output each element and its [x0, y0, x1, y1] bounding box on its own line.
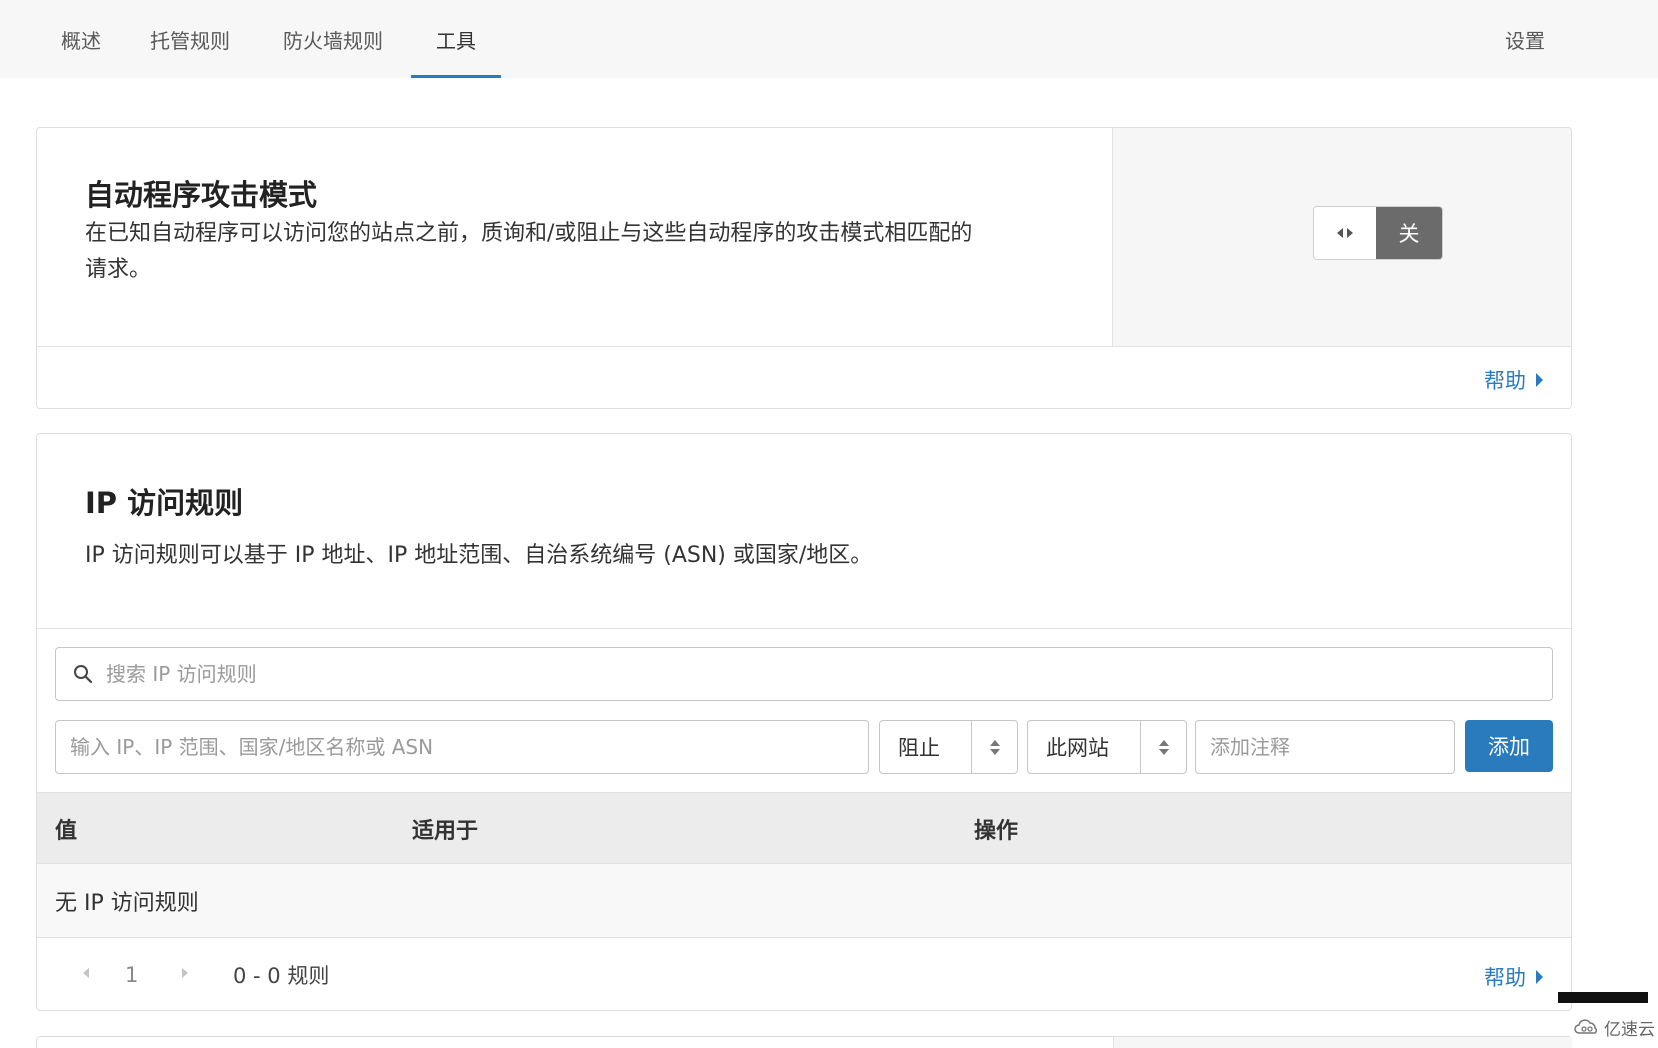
- ip-help-label: 帮助: [1484, 966, 1526, 990]
- chevron-right-icon[interactable]: [182, 968, 188, 978]
- bot-help-link[interactable]: 帮助: [1484, 365, 1543, 395]
- watermark-bar: [1558, 992, 1648, 1003]
- bot-card-footer: 帮助: [37, 346, 1571, 408]
- tab-firewall-rules[interactable]: 防火墙规则: [272, 0, 394, 78]
- next-card: [36, 1036, 1572, 1048]
- toggle-handle-icon: [1314, 207, 1376, 259]
- pagination: 1 0 - 0 规则 帮助: [37, 938, 1571, 1010]
- watermark-logo: 亿速云: [1574, 1014, 1655, 1040]
- caret-right-icon: [1536, 373, 1543, 387]
- divider: [37, 628, 1571, 629]
- bot-fight-mode-toggle[interactable]: 关: [1313, 206, 1443, 260]
- watermark-text: 亿速云: [1604, 1019, 1655, 1040]
- bot-card-title: 自动程序攻击模式: [85, 178, 318, 212]
- settings-link[interactable]: 设置: [1490, 0, 1560, 78]
- search-input[interactable]: [106, 654, 1506, 694]
- toggle-state-label: 关: [1376, 207, 1442, 259]
- note-input[interactable]: [1210, 727, 1440, 767]
- ip-card-title: IP 访问规则: [85, 486, 244, 520]
- ip-value-field[interactable]: [55, 720, 869, 774]
- page-number[interactable]: 1: [125, 938, 138, 1010]
- caret-right-icon: [1536, 970, 1543, 984]
- bot-card-description: 在已知自动程序可以访问您的站点之前，质询和/或阻止与这些自动程序的攻击模式相匹配…: [85, 216, 1095, 288]
- column-header-value: 值: [55, 819, 78, 844]
- ip-rules-search[interactable]: [55, 647, 1553, 701]
- ip-help-link[interactable]: 帮助: [1484, 962, 1543, 992]
- top-nav: 概述 托管规则 防火墙规则 工具 设置: [0, 0, 1658, 78]
- chevron-left-icon[interactable]: [83, 968, 89, 978]
- add-rule-button[interactable]: 添加: [1465, 720, 1553, 772]
- cloud-icon: [1574, 1019, 1598, 1034]
- rules-table-header: 值 适用于 操作: [37, 792, 1571, 864]
- updown-arrows-icon: [971, 721, 1017, 773]
- ip-card-description: IP 访问规则可以基于 IP 地址、IP 地址范围、自治系统编号 (ASN) 或…: [85, 543, 873, 568]
- bot-help-label: 帮助: [1484, 369, 1526, 393]
- scope-select[interactable]: 此网站: [1027, 720, 1187, 774]
- bot-card-body: 自动程序攻击模式 在已知自动程序可以访问您的站点之前，质询和/或阻止与这些自动程…: [37, 128, 1113, 346]
- column-header-actions: 操作: [974, 819, 1019, 844]
- action-select-value: 阻止: [898, 736, 940, 760]
- search-icon: [72, 663, 94, 685]
- bot-card-control-panel: 关: [1113, 128, 1571, 346]
- tab-managed-rules[interactable]: 托管规则: [140, 0, 240, 78]
- ip-value-input[interactable]: [70, 727, 854, 767]
- tab-overview[interactable]: 概述: [46, 0, 116, 78]
- next-card-side: [1114, 1037, 1572, 1048]
- scope-select-value: 此网站: [1046, 736, 1109, 760]
- table-empty-row: 无 IP 访问规则: [37, 864, 1571, 938]
- ip-access-rules-card: IP 访问规则 IP 访问规则可以基于 IP 地址、IP 地址范围、自治系统编号…: [36, 433, 1572, 1011]
- tab-tools[interactable]: 工具: [411, 0, 501, 78]
- bot-card-description-line-1: 在已知自动程序可以访问您的站点之前，质询和/或阻止与这些自动程序的攻击模式相匹配…: [85, 221, 973, 246]
- bot-card-description-line-2: 请求。: [85, 257, 152, 282]
- updown-arrows-icon: [1140, 721, 1186, 773]
- rule-count: 0 - 0 规则: [233, 964, 330, 988]
- action-select[interactable]: 阻止: [879, 720, 1018, 774]
- column-header-applies-to: 适用于: [412, 819, 479, 844]
- note-field[interactable]: [1195, 720, 1455, 774]
- bot-fight-mode-card: 自动程序攻击模式 在已知自动程序可以访问您的站点之前，质询和/或阻止与这些自动程…: [36, 127, 1572, 409]
